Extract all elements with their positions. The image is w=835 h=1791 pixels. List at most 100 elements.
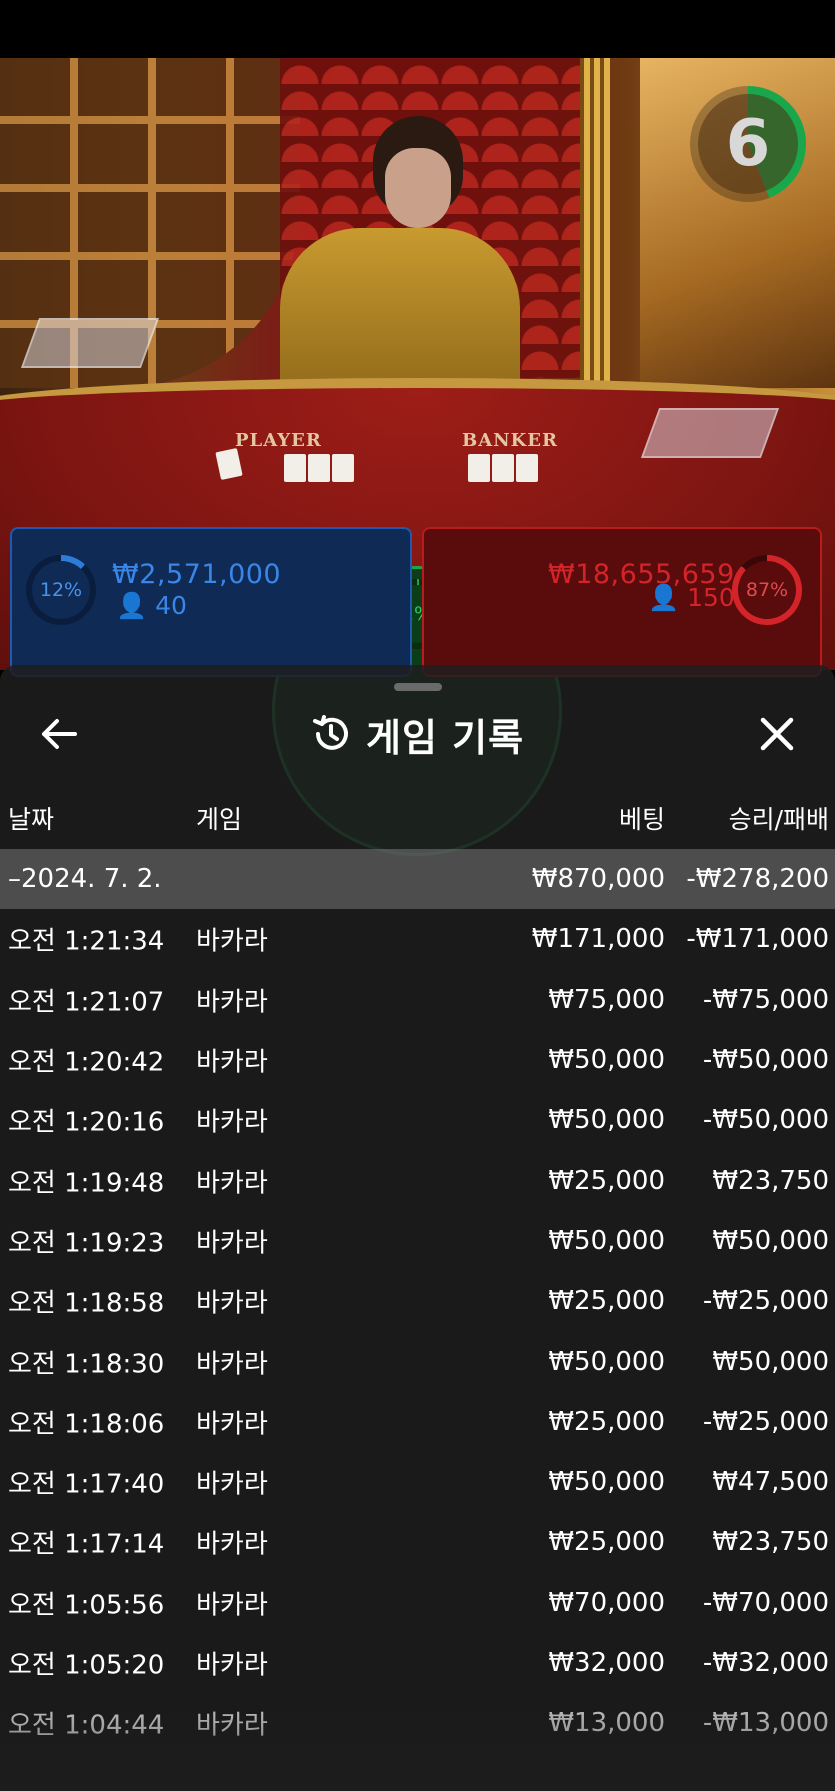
player-count-value: 40 [155,591,187,620]
summary-bet: ₩870,000 [531,864,665,895]
table-row[interactable]: 오전 1:19:48 바카라 ₩25,000 ₩23,750 [0,1150,835,1210]
status-bar [0,0,835,58]
row-time: 오전 1:18:58 [8,1288,165,1319]
back-button[interactable] [34,709,84,759]
row-result: -₩32,000 [702,1648,829,1678]
row-game: 바카라 [196,1650,268,1681]
row-game: 바카라 [196,1047,268,1078]
row-bet: ₩25,000 [548,1165,665,1196]
row-time: 오전 1:05:20 [8,1650,165,1681]
table-row[interactable]: 오전 1:04:44 바카라 ₩13,000 -₩13,000 [0,1693,835,1753]
column-header-game: 게임 [196,805,243,834]
table-row[interactable]: 오전 1:17:14 바카라 ₩25,000 ₩23,750 [0,1512,835,1572]
history-icon [313,715,348,750]
banker-count: 👤 150 [648,583,735,613]
row-bet: ₩50,000 [548,1225,665,1256]
card [332,454,354,482]
close-button[interactable] [752,709,802,759]
row-game: 바카라 [196,1228,268,1259]
row-result: ₩23,750 [712,1527,829,1558]
row-game: 바카라 [196,1349,268,1380]
player-percent-ring: 12% [26,555,96,625]
row-result: -₩13,000 [702,1708,829,1739]
table-row[interactable]: 오전 1:18:06 바카라 ₩25,000 -₩25,000 [0,1392,835,1452]
bet-spot-banker[interactable]: ₩18,655,659 👤 150 87% [422,527,822,677]
drag-handle[interactable] [394,683,442,691]
banker-count-value: 150 [687,583,735,612]
row-game: 바카라 [196,926,268,957]
player-percent: 12% [32,561,90,619]
sheet-title: 게임 기록 [310,707,524,761]
row-time: 오전 1:18:30 [8,1349,165,1380]
card [308,454,330,482]
row-result: -₩50,000 [702,1045,829,1076]
row-result: -₩75,000 [702,984,829,1015]
table-row[interactable]: 오전 1:20:42 바카라 ₩50,000 -₩50,000 [0,1030,835,1090]
summary-result: -₩278,200 [686,864,829,895]
table-row[interactable]: 오전 1:17:40 바카라 ₩50,000 ₩47,500 [0,1452,835,1512]
person-icon: 👤 [648,583,680,612]
row-bet: ₩25,000 [548,1527,665,1558]
row-result: ₩50,000 [712,1225,829,1256]
row-time: 오전 1:20:42 [8,1047,165,1078]
row-result: ₩23,750 [712,1165,829,1196]
row-game: 바카라 [196,1469,268,1500]
countdown-timer: 6 [690,86,806,202]
bet-spot-player[interactable]: 12% ₩2,571,000 👤 40 [10,527,412,677]
row-time: 오전 1:04:44 [8,1710,165,1741]
person-icon: 👤 [116,591,148,620]
row-time: 오전 1:19:23 [8,1228,165,1259]
gold-pillar [580,58,610,388]
game-history-sheet: 게임 기록 날짜 게임 베팅 승리/패배 –2024. 7. 2. ₩870,0… [0,665,835,1791]
table-row[interactable]: 오전 1:05:56 바카라 ₩70,000 -₩70,000 [0,1573,835,1633]
card [492,454,514,482]
row-bet: ₩70,000 [548,1587,665,1618]
page-title: 게임 기록 [366,715,525,760]
row-result: -₩171,000 [686,924,829,955]
row-time: 오전 1:21:07 [8,987,165,1018]
banker-percent: 87% [738,561,796,619]
table-row[interactable]: 오전 1:21:34 바카라 ₩171,000 -₩171,000 [0,909,835,969]
card [468,454,490,482]
row-time: 오전 1:05:56 [8,1590,165,1621]
table-row[interactable]: 오전 1:18:30 바카라 ₩50,000 ₩50,000 [0,1331,835,1391]
row-bet: ₩25,000 [548,1406,665,1437]
timer-value: 6 [725,107,771,181]
table-row[interactable]: 오전 1:21:07 바카라 ₩75,000 -₩75,000 [0,970,835,1030]
row-game: 바카라 [196,1590,268,1621]
row-time: 오전 1:18:06 [8,1409,165,1440]
summary-date: –2024. 7. 2. [8,864,162,895]
row-time: 오전 1:20:16 [8,1107,165,1138]
row-game: 바카라 [196,1107,268,1138]
player-bet-amount: ₩2,571,000 [112,559,282,590]
date-summary-row[interactable]: –2024. 7. 2. ₩870,000 -₩278,200 [0,849,835,910]
player-count: 👤 40 [116,591,187,621]
row-game: 바카라 [196,1288,268,1319]
row-bet: ₩50,000 [548,1045,665,1076]
row-bet: ₩50,000 [548,1467,665,1498]
row-game: 바카라 [196,1168,268,1199]
card [516,454,538,482]
table-row[interactable]: 오전 1:05:20 바카라 ₩32,000 -₩32,000 [0,1633,835,1693]
arrow-left-icon [42,719,77,749]
discard-tray [20,318,160,368]
row-result: -₩70,000 [702,1587,829,1618]
row-bet: ₩75,000 [548,984,665,1015]
table-label-player: PLAYER [235,430,322,451]
row-bet: ₩171,000 [531,924,665,955]
row-result: ₩47,500 [712,1467,829,1498]
row-result: -₩25,000 [702,1406,829,1437]
table-row[interactable]: 오전 1:20:16 바카라 ₩50,000 -₩50,000 [0,1090,835,1150]
row-bet: ₩13,000 [548,1708,665,1739]
row-bet: ₩50,000 [548,1105,665,1136]
row-game: 바카라 [196,1529,268,1560]
card [284,454,306,482]
row-time: 오전 1:19:48 [8,1168,165,1199]
table-header: 날짜 게임 베팅 승리/패배 [0,800,835,840]
table-row[interactable]: 오전 1:19:23 바카라 ₩50,000 ₩50,000 [0,1211,835,1271]
row-bet: ₩25,000 [548,1286,665,1317]
close-icon [760,717,794,751]
row-result: ₩50,000 [712,1346,829,1377]
dealer-face [385,148,451,228]
table-row[interactable]: 오전 1:18:58 바카라 ₩25,000 -₩25,000 [0,1271,835,1331]
